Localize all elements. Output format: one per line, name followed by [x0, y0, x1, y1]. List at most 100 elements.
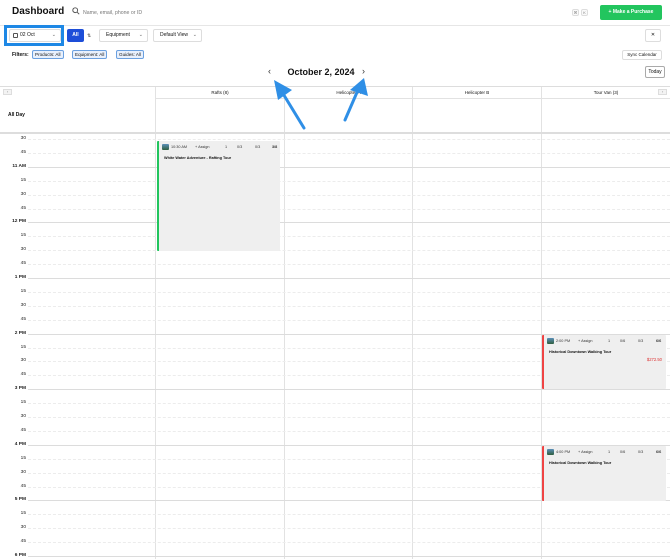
sync-calendar-button[interactable]: Sync Calendar	[622, 50, 662, 60]
today-button[interactable]: Today	[645, 66, 665, 78]
time-label: 30	[20, 469, 26, 475]
equipment-select[interactable]: Equipment ⌄	[99, 29, 148, 42]
time-label: 30	[20, 191, 26, 197]
highlight-annotation	[4, 25, 64, 46]
event-time: 10:30 AM	[171, 145, 188, 149]
time-label: 2 PM	[14, 330, 26, 336]
event-title: Historical Downtown Walking Tour	[549, 461, 612, 465]
time-label: 11 AM	[12, 163, 26, 169]
time-slot-line	[28, 542, 670, 544]
page-title: Dashboard	[12, 6, 65, 17]
view-select[interactable]: Default View ⌄	[153, 29, 202, 42]
time-label: 30	[20, 358, 26, 364]
time-slot-line	[28, 430, 670, 432]
assign-guide-link[interactable]: + Assign	[578, 339, 592, 343]
time-label: 15	[20, 288, 26, 294]
equipment-count: 0/3	[255, 145, 261, 149]
time-label: 12 PM	[12, 219, 26, 225]
all-resources-button[interactable]: All	[67, 29, 84, 42]
filter-chip-guides[interactable]: Guides: All	[116, 50, 144, 59]
assign-guide-link[interactable]: + Assign	[195, 145, 209, 149]
time-label: 30	[20, 247, 26, 253]
booking-count: 1	[225, 145, 228, 149]
time-slot-line	[28, 514, 670, 516]
search-bar[interactable]: ⌘ K	[72, 6, 592, 20]
time-slot-line	[28, 180, 670, 182]
time-slot-line	[28, 250, 670, 252]
time-label: 3 PM	[14, 386, 26, 392]
time-label: 45	[20, 316, 26, 322]
time-label: 6 PM	[14, 553, 26, 558]
time-slot-line	[28, 403, 670, 405]
search-input[interactable]	[83, 6, 563, 19]
next-day-button[interactable]: ›	[362, 66, 365, 76]
time-slot-line	[28, 319, 670, 321]
time-label: 1 PM	[14, 275, 26, 280]
calendar-grid: ‹ Rafts (8) Helicopter A Helicopter B To…	[0, 86, 670, 559]
time-slot-line	[28, 305, 670, 307]
time-label: 5 PM	[14, 497, 26, 503]
time-label: 15	[20, 400, 26, 406]
time-label: 45	[20, 205, 26, 211]
event-card[interactable]: 4:00 PM + Assign 1 0/6 0/3 6/6 Historica…	[542, 446, 666, 501]
event-card[interactable]: 10:30 AM + Assign 1 0/3 0/3 3/8 White Wa…	[157, 141, 280, 251]
time-label: 15	[20, 233, 26, 239]
shortcut-key-k: K	[581, 9, 588, 16]
time-slot-line	[28, 264, 670, 266]
time-slot-line	[28, 139, 670, 140]
time-label: 45	[20, 372, 26, 378]
time-label: 4 PM	[14, 441, 26, 447]
scroll-left-icon[interactable]: ‹	[3, 89, 12, 95]
view-select-value: Default View	[160, 32, 188, 38]
column-header-rafts: Rafts (8)	[156, 87, 284, 99]
close-button[interactable]: ✕	[645, 29, 661, 42]
sort-icon[interactable]: ⇅	[87, 33, 91, 39]
checked-in-count: 0/6	[620, 339, 626, 343]
filter-chip-products[interactable]: Products: All	[32, 50, 64, 59]
annotation-arrow-left	[274, 80, 306, 130]
assign-guide-link[interactable]: + Assign	[578, 450, 592, 454]
event-price: $272.50	[646, 357, 662, 362]
time-slot-line	[28, 417, 670, 418]
time-label: 30	[20, 136, 26, 141]
time-slot-line	[28, 208, 670, 210]
event-time: 4:00 PM	[556, 450, 571, 454]
search-icon	[72, 7, 80, 15]
equipment-count: 0/3	[638, 339, 644, 343]
time-label: 15	[20, 511, 26, 517]
column-header-tour-van: Tour Van (3)	[542, 87, 670, 99]
make-purchase-button[interactable]: + Make a Purchase	[600, 5, 662, 20]
event-card[interactable]: 2:00 PM + Assign 1 0/6 0/3 6/6 Historica…	[542, 335, 666, 389]
event-time: 2:00 PM	[556, 339, 571, 343]
equipment-select-value: Equipment	[106, 32, 130, 38]
all-day-label: All Day	[8, 112, 25, 118]
annotation-arrow-right	[343, 78, 368, 122]
time-label: 30	[20, 414, 26, 419]
time-label: 45	[20, 149, 26, 155]
time-label: 30	[20, 302, 26, 308]
time-slot-line	[28, 166, 670, 168]
time-label: 45	[20, 539, 26, 545]
capacity-count: 3/8	[272, 145, 278, 149]
filter-chip-equipment[interactable]: Equipment: All	[72, 50, 108, 59]
time-slot-line	[28, 556, 670, 557]
time-label: 45	[20, 427, 26, 433]
time-label: 15	[20, 177, 26, 183]
previous-day-button[interactable]: ‹	[268, 66, 271, 76]
time-label: 30	[20, 525, 26, 531]
time-label: 45	[20, 483, 26, 489]
checked-in-count: 0/6	[620, 450, 626, 454]
time-label: 45	[20, 261, 26, 267]
shortcut-key-cmd: ⌘	[572, 9, 579, 16]
event-thumbnail	[547, 449, 554, 455]
time-slot-line	[28, 389, 670, 391]
column-divider	[284, 87, 285, 559]
event-title: Historical Downtown Walking Tour	[549, 350, 612, 354]
all-day-separator	[0, 132, 670, 134]
filters-label: Filters:	[12, 52, 29, 58]
scroll-right-icon[interactable]: ›	[658, 89, 667, 95]
time-slot-line	[28, 236, 670, 238]
time-slot-line	[28, 528, 670, 530]
equipment-count: 0/3	[638, 450, 644, 454]
column-divider	[412, 87, 413, 559]
